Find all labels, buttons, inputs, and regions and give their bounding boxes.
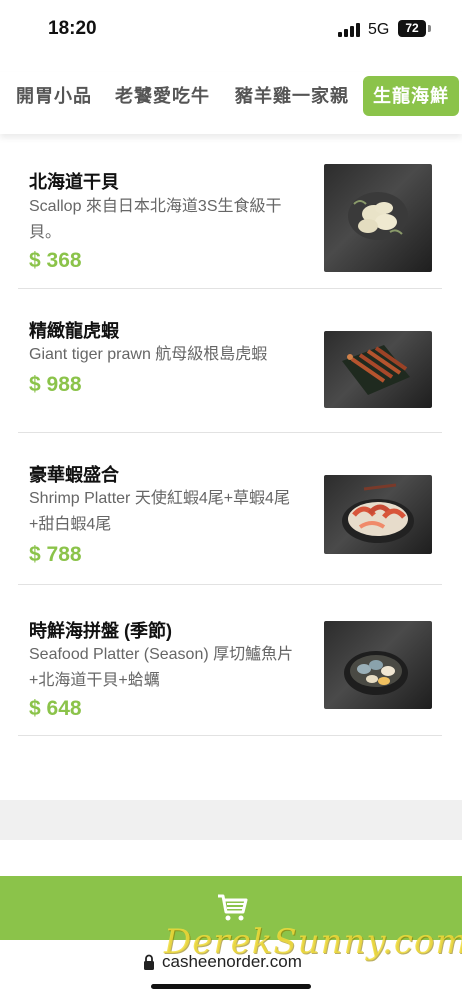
item-description: Giant tiger prawn 航母級根島虎蝦 <box>29 346 268 363</box>
status-bar: 18:20 5G 72 <box>0 0 462 60</box>
tab-appetizers[interactable]: 開胃小品 <box>16 76 92 116</box>
url-bar[interactable]: casheenorder.com DerekSunny.com <box>0 922 462 1000</box>
signal-icon <box>338 23 360 37</box>
item-price: $ 368 <box>29 249 82 272</box>
battery-icon: 72 <box>398 20 426 37</box>
tab-beef[interactable]: 老饕愛吃牛 <box>115 76 210 116</box>
tab-seafood[interactable]: 生龍海鮮 <box>363 76 459 116</box>
item-price: $ 788 <box>29 543 82 566</box>
lock-icon <box>144 954 154 970</box>
gray-band <box>0 800 462 840</box>
tab-pork-lamb-chicken[interactable]: 豬羊雞一家親 <box>235 76 349 116</box>
category-tabs: 開胃小品 老饕愛吃牛 豬羊雞一家親 生龍海鮮 <box>0 72 462 134</box>
item-price: $ 648 <box>29 697 82 720</box>
tiger-prawn-photo[interactable] <box>324 331 432 408</box>
menu-item[interactable]: 豪華蝦盛合 Shrimp Platter 天使紅蝦4尾+草蝦4尾+甜白蝦4尾 $… <box>18 433 442 585</box>
item-description: Shrimp Platter 天使紅蝦4尾+草蝦4尾+甜白蝦4尾 <box>29 490 290 533</box>
item-price: $ 988 <box>29 373 82 396</box>
item-name: 豪華蝦盛合 <box>29 465 119 485</box>
scallop-photo[interactable] <box>324 164 432 272</box>
home-indicator[interactable] <box>151 984 311 989</box>
battery-tip <box>428 25 431 32</box>
status-time: 18:20 <box>48 18 97 39</box>
item-description: Scallop 來自日本北海道3S生食級干貝。 <box>29 198 282 241</box>
menu-item[interactable]: 精緻龍虎蝦 Giant tiger prawn 航母級根島虎蝦 $ 988 <box>18 289 442 433</box>
menu-item[interactable]: 北海道干貝 Scallop 來自日本北海道3S生食級干貝。 $ 368 <box>18 146 442 289</box>
watermark: DerekSunny.com <box>164 922 462 962</box>
seafood-platter-photo[interactable] <box>324 621 432 709</box>
item-name: 時鮮海拼盤 (季節) <box>29 621 172 641</box>
cart-icon[interactable] <box>215 890 249 924</box>
network-type: 5G <box>368 21 390 38</box>
shrimp-platter-photo[interactable] <box>324 475 432 554</box>
menu-item[interactable]: 時鮮海拼盤 (季節) Seafood Platter (Season) 厚切鱸魚… <box>18 585 442 736</box>
menu-list: 北海道干貝 Scallop 來自日本北海道3S生食級干貝。 $ 368 精緻龍虎… <box>18 146 442 736</box>
item-name: 精緻龍虎蝦 <box>29 321 119 341</box>
item-description: Seafood Platter (Season) 厚切鱸魚片+北海道干貝+蛤蠣 <box>29 646 294 689</box>
item-name: 北海道干貝 <box>29 172 119 192</box>
